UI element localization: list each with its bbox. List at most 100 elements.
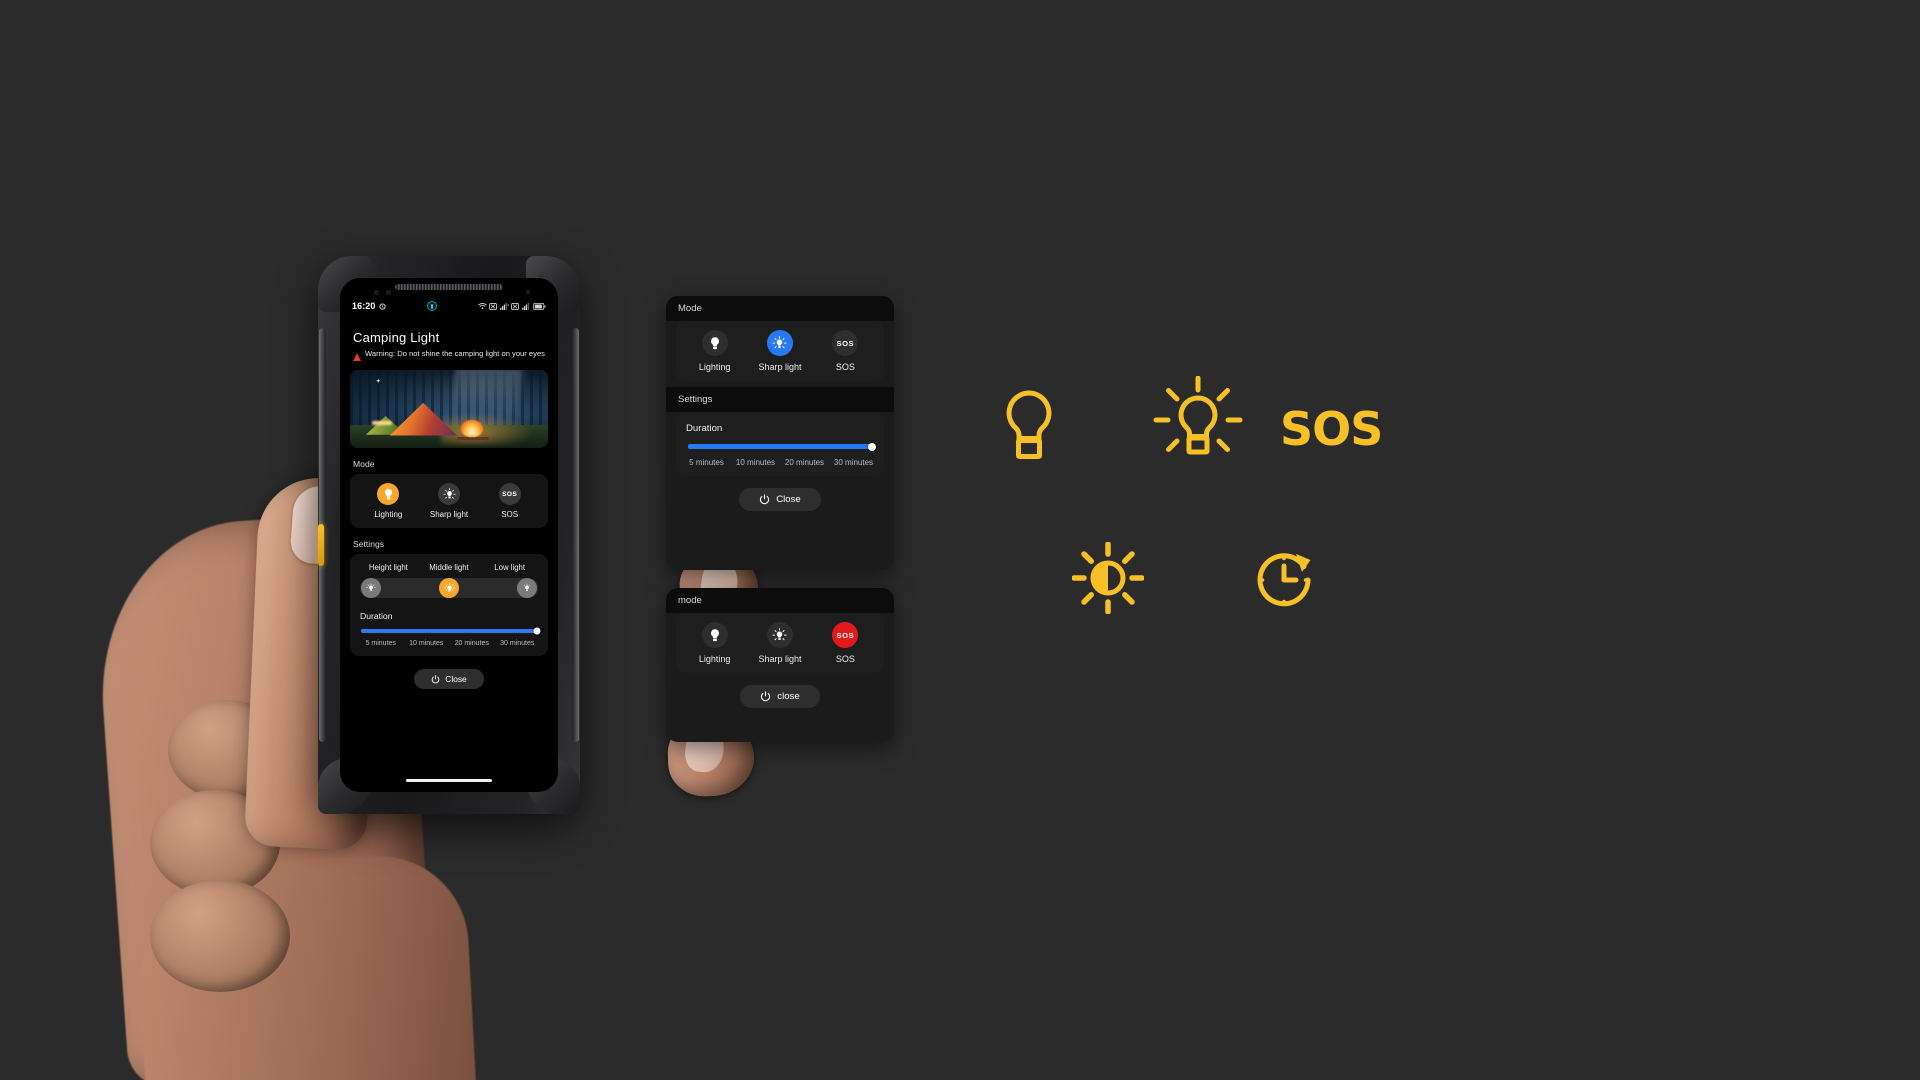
- svg-text:4: 4: [507, 303, 509, 307]
- panel-mode-option-sos[interactable]: SOS SOS: [813, 330, 878, 372]
- sos-text-icon: SOS: [832, 330, 859, 356]
- status-bar-center: [386, 301, 478, 311]
- sos-panel-close-label: close: [777, 691, 800, 702]
- brightness-option-height[interactable]: [361, 578, 381, 598]
- brightness-label-low: Low light: [494, 563, 526, 572]
- panel-duration-tick[interactable]: 20 minutes: [780, 458, 829, 467]
- duration-tick[interactable]: 20 minutes: [449, 640, 495, 647]
- status-bar-time: 16:20: [352, 301, 376, 311]
- panel-close-button[interactable]: Close: [739, 488, 821, 511]
- hero-campfire: [460, 419, 483, 438]
- sos-panel-option-sos[interactable]: SOS SOS: [813, 622, 878, 664]
- phone-screen: 16:20 4 Camping Light Warning: Do not sh…: [340, 278, 558, 792]
- duration-label: Duration: [360, 611, 393, 621]
- mode-section-label: Mode: [353, 459, 375, 469]
- slider-fill: [688, 444, 872, 449]
- slider-knob[interactable]: [533, 627, 541, 635]
- sos-glyph: SOS: [836, 630, 855, 640]
- brightness-option-low[interactable]: [517, 578, 537, 598]
- duration-tick[interactable]: 10 minutes: [404, 640, 450, 647]
- recording-indicator-icon: [426, 301, 437, 311]
- duration-tick[interactable]: 5 minutes: [358, 640, 404, 647]
- home-indicator[interactable]: [406, 779, 492, 782]
- settings-card: Height light Middle light Low light Dura…: [350, 554, 548, 656]
- bulb-rays-icon: [438, 483, 460, 505]
- sos-panel-option-sharp-light[interactable]: Sharp light: [747, 622, 812, 664]
- page-title: Camping Light: [353, 330, 440, 345]
- mode-settings-panel: Mode Lighting Sharp light SOS SOS Settin…: [666, 296, 894, 570]
- close-button-label: Close: [445, 674, 467, 684]
- panel-mode-option-sharp-light[interactable]: Sharp light: [747, 330, 812, 372]
- status-bar-left-icons: [378, 302, 386, 310]
- sos-panel-option-lighting[interactable]: Lighting: [682, 622, 747, 664]
- bulb-rays-icon: [766, 330, 793, 356]
- duration-slider[interactable]: [361, 627, 541, 635]
- sos-panel-close-row: close: [666, 673, 894, 721]
- hero-bird-icon: ✦: [375, 378, 381, 385]
- timer-clock-icon: [1252, 548, 1316, 617]
- sos-glyph: SOS: [502, 490, 518, 498]
- sos-panel-close-button[interactable]: close: [740, 685, 820, 708]
- hand-knuckle: [150, 880, 290, 992]
- sos-text-icon: SOS: [832, 622, 859, 648]
- brightness-label-height: Height light: [368, 563, 408, 572]
- hero-campfire-logs: [456, 437, 489, 441]
- panel-duration-section: Duration 5 minutes 10 minutes 20 minutes…: [676, 412, 884, 476]
- sos-text-icon: SOS: [1280, 402, 1383, 456]
- mode-option-sharp-light[interactable]: Sharp light: [419, 483, 480, 519]
- brightness-option-middle[interactable]: [439, 578, 459, 598]
- slider-knob[interactable]: [868, 442, 876, 451]
- sos-panel-header: mode: [666, 588, 894, 613]
- panel-mode-label: Lighting: [698, 362, 731, 372]
- alarm-icon: [378, 303, 386, 310]
- panel-duration-tick[interactable]: 10 minutes: [731, 458, 780, 467]
- front-camera-icon: [374, 290, 379, 295]
- panel-duration-tick[interactable]: 30 minutes: [829, 458, 878, 467]
- panel-duration-tick[interactable]: 5 minutes: [682, 458, 731, 467]
- feature-icon-set: SOS: [980, 370, 1440, 650]
- duration-tick[interactable]: 30 minutes: [495, 640, 541, 647]
- settings-section-label: Settings: [353, 539, 385, 549]
- bulb-icon: [377, 483, 400, 505]
- brightness-selector[interactable]: [360, 578, 538, 598]
- mode-card: Lighting Sharp light SOS SOS: [350, 474, 548, 528]
- earpiece-speaker-icon: [395, 284, 503, 290]
- close-button[interactable]: Close: [414, 669, 484, 689]
- bulb-icon: [701, 330, 728, 356]
- bulb-outline-icon: [998, 388, 1060, 467]
- warning-triangle-icon: [353, 353, 361, 361]
- status-bar-right-icons: 4: [477, 302, 547, 310]
- sim1-icon: [489, 302, 497, 310]
- wifi-icon: [477, 303, 487, 310]
- slider-fill: [361, 629, 537, 633]
- sos-panel-mode-label: Sharp light: [758, 654, 802, 664]
- camping-light-app: Camping Light Warning: Do not shine the …: [340, 318, 558, 792]
- front-sensor-icon: [526, 290, 530, 294]
- phone-status-bar: 16:20 4: [340, 298, 558, 314]
- mode-option-sos[interactable]: SOS SOS: [479, 483, 540, 519]
- battery-icon: [533, 302, 546, 310]
- mode-option-lighting[interactable]: Lighting: [358, 483, 419, 519]
- mode-label: Sharp light: [429, 510, 469, 519]
- brightness-label-middle: Middle light: [429, 563, 469, 572]
- brightness-labels: Height light Middle light Low light: [358, 563, 540, 572]
- panel-settings-header: Settings: [666, 387, 894, 412]
- mode-label: Lighting: [374, 510, 403, 519]
- sos-text-icon: SOS: [498, 483, 521, 505]
- brightness-sun-icon: [1071, 541, 1145, 619]
- sos-mode-panel: mode Lighting Sharp light SOS SOS close: [666, 588, 894, 742]
- panel-mode-label: SOS: [835, 362, 855, 372]
- panel-mode-option-lighting[interactable]: Lighting: [682, 330, 747, 372]
- phone-side-button[interactable]: [318, 524, 324, 566]
- warning-banner: Warning: Do not shine the camping light …: [353, 349, 548, 361]
- panel-mode-header: Mode: [666, 296, 894, 321]
- hero-tent-lamp: [371, 420, 392, 425]
- panel-duration-slider[interactable]: [688, 442, 876, 451]
- bulb-rays-icon: [1152, 375, 1244, 477]
- panel-duration-label: Duration: [686, 423, 723, 434]
- mode-options: Lighting Sharp light SOS SOS: [358, 483, 540, 519]
- sos-glyph: SOS: [836, 338, 855, 348]
- panel-duration-ticks: 5 minutes 10 minutes 20 minutes 30 minut…: [682, 458, 878, 467]
- bulb-icon: [701, 622, 728, 648]
- hero-fireglow: [441, 412, 537, 445]
